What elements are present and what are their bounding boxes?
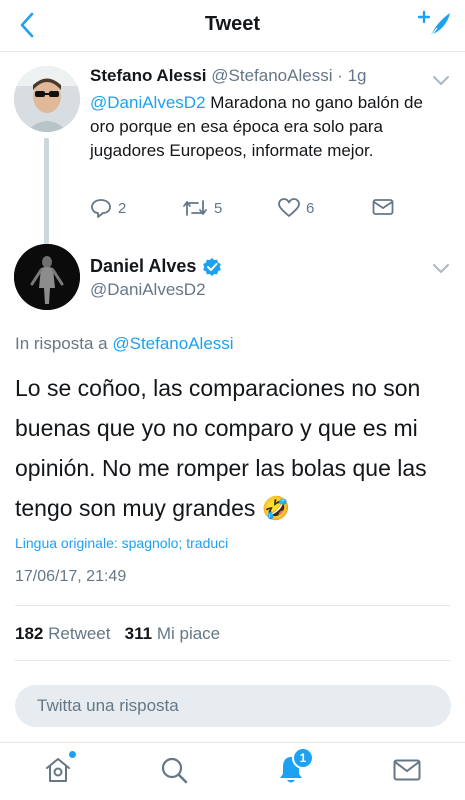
tweet-timestamp: 17/06/17, 21:49 [15, 568, 127, 585]
bottom-tab-bar: 1 [0, 742, 465, 800]
author-handle: @StefanoAlessi [211, 66, 333, 85]
reply-mention-link[interactable]: @StefanoAlessi [112, 334, 233, 353]
chevron-down-icon[interactable] [431, 262, 451, 276]
notifications-badge: 1 [292, 747, 314, 769]
parent-tweet-header: Stefano Alessi @StefanoAlessi · 1g [90, 66, 425, 86]
avatar[interactable] [14, 66, 80, 132]
top-bar: Tweet [0, 0, 465, 52]
reply-count: 2 [118, 199, 127, 217]
reply-context: In risposta a @StefanoAlessi [15, 334, 234, 354]
author-name-label: Daniel Alves [90, 256, 197, 276]
tab-home[interactable] [41, 751, 76, 787]
direct-message-button[interactable] [372, 198, 394, 216]
chevron-down-icon[interactable] [431, 74, 451, 88]
heart-icon [278, 198, 300, 217]
author-name[interactable]: Stefano Alessi [90, 66, 207, 85]
verified-badge-icon [203, 257, 222, 276]
new-content-dot [69, 751, 76, 758]
envelope-icon [372, 199, 394, 215]
search-icon [161, 757, 188, 784]
divider [15, 605, 450, 606]
like-button[interactable]: 6 [278, 198, 314, 218]
retweet-icon [183, 200, 207, 216]
divider [15, 660, 450, 661]
like-total: 311 [124, 624, 153, 643]
like-count: 6 [306, 199, 315, 217]
author-name[interactable]: Daniel Alves [90, 256, 222, 277]
tab-messages[interactable] [390, 753, 424, 787]
parent-tweet[interactable]: Stefano Alessi @StefanoAlessi · 1g @Dani… [0, 52, 465, 284]
translate-link[interactable]: Lingua originale: spagnolo; traduci [15, 535, 228, 551]
tweet-actions: 2 5 6 [90, 198, 410, 222]
author-handle: @DaniAlvesD2 [90, 280, 206, 299]
compose-tweet-icon [418, 10, 450, 38]
retweet-total: 182 [15, 624, 44, 643]
tweet-stats: 182 Retweet 311 Mi piace [15, 624, 220, 644]
tab-search[interactable] [157, 753, 191, 787]
envelope-icon [393, 759, 421, 781]
page-title: Tweet [204, 13, 261, 35]
retweet-button[interactable]: 5 [182, 198, 222, 218]
retweet-count: 5 [214, 199, 223, 217]
likes-stat[interactable]: 311 Mi piace [125, 624, 220, 643]
tweet-text: @DaniAlvesD2 Maradona no gano balón de o… [90, 91, 425, 163]
tab-notifications[interactable]: 1 [274, 747, 314, 787]
reply-input[interactable]: Twitta una risposta [15, 685, 451, 727]
reply-prefix: In risposta a [15, 334, 108, 353]
home-icon [46, 758, 70, 782]
mention-link[interactable]: @DaniAlvesD2 [90, 93, 206, 112]
avatar[interactable] [14, 244, 80, 310]
compose-tweet-button[interactable] [417, 8, 453, 42]
reply-icon [91, 199, 111, 218]
reply-button[interactable]: 2 [90, 198, 126, 218]
like-label: Mi piace [156, 624, 221, 643]
tweet-text: Lo se coñoo, las comparaciones no son bu… [15, 375, 427, 521]
tweet-time: · 1g [337, 66, 367, 85]
retweet-label: Retweet [48, 624, 111, 643]
retweets-stat[interactable]: 182 Retweet [15, 624, 110, 643]
